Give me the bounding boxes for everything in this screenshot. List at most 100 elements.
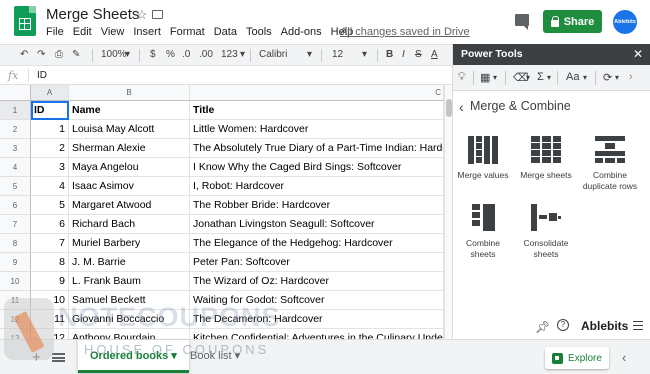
percent-button[interactable]: % [166,49,175,60]
menu-format[interactable]: Format [170,26,205,38]
currency-button[interactable]: $ [150,49,156,60]
document-title[interactable]: Merge Sheets [46,6,139,23]
menu-insert[interactable]: Insert [133,26,161,38]
undo-icon[interactable]: ↶ [20,49,28,60]
cell-title[interactable]: I, Robot: Hardcover [190,177,444,196]
tab-book-list[interactable]: Book list ▾ [178,340,252,373]
cell-title[interactable]: Waiting for Godot: Softcover [190,291,444,310]
combine-duplicate-rows-tool[interactable]: Combine duplicate rows [577,136,643,192]
cell-name[interactable]: Anthony Bourdain [69,329,190,339]
row-number[interactable]: 11 [0,291,31,310]
combine-sheets-tool[interactable]: Combine sheets [450,204,516,260]
cell-title[interactable]: Peter Pan: Softcover [190,253,444,272]
merge-values-tool[interactable]: Merge values [450,136,516,181]
table-icon[interactable]: ▦ [480,71,490,84]
cell-title[interactable]: The Decameron: Hardcover [190,310,444,329]
cell-id[interactable]: 11 [31,310,69,329]
row-number[interactable]: 4 [0,158,31,177]
menu-view[interactable]: View [101,26,125,38]
row-number[interactable]: 5 [0,177,31,196]
select-all-corner[interactable] [0,85,31,101]
cell-name[interactable]: J. M. Barrie [69,253,190,272]
menu-tools[interactable]: Tools [246,26,272,38]
sheets-logo-icon[interactable] [14,6,36,36]
cell-name[interactable]: Muriel Barbery [69,234,190,253]
add-sheet-icon[interactable]: + [32,349,41,366]
cell-id[interactable]: 12 [31,329,69,339]
cell-id[interactable]: 9 [31,272,69,291]
column-header-c[interactable]: C [190,85,444,101]
account-avatar[interactable]: Ablebits [613,10,637,34]
cell-id[interactable]: 10 [31,291,69,310]
cell-id[interactable]: 5 [31,196,69,215]
close-icon[interactable]: ✕ [633,44,643,65]
cell-name[interactable]: Maya Angelou [69,158,190,177]
star-icon[interactable]: ☆ [136,7,148,23]
cell-name[interactable]: Sherman Alexie [69,139,190,158]
pin-icon[interactable]: 📌︎ [535,320,550,334]
cell-id[interactable]: 4 [31,177,69,196]
bold-button[interactable]: B [386,49,393,60]
row-number[interactable]: 8 [0,234,31,253]
cell-title[interactable]: The Elegance of the Hedgehog: Hardcover [190,234,444,253]
cell-id[interactable]: ID [31,101,69,120]
comment-icon[interactable] [515,14,529,30]
explore-button[interactable]: Explore [545,347,609,369]
print-icon[interactable]: ⎙ [55,49,63,60]
save-status-link[interactable]: All changes saved in Drive [340,26,470,38]
row-number[interactable]: 7 [0,215,31,234]
cell-name[interactable]: L. Frank Baum [69,272,190,291]
cell-title[interactable]: The Robber Bride: Hardcover [190,196,444,215]
text-color-button[interactable]: A [431,49,438,60]
row-number[interactable]: 1 [0,101,31,120]
cell-id[interactable]: 2 [31,139,69,158]
row-number[interactable]: 2 [0,120,31,139]
menu-file[interactable]: File [46,26,64,38]
strikethrough-button[interactable]: S [415,49,422,60]
lightbulb-icon[interactable]: 💡︎ [458,71,466,84]
back-arrow-icon[interactable]: ‹ [459,99,464,115]
menu-edit[interactable]: Edit [73,26,92,38]
row-number[interactable]: 9 [0,253,31,272]
share-button[interactable]: Share [543,10,602,33]
all-sheets-icon[interactable] [52,353,65,362]
row-number[interactable]: 10 [0,272,31,291]
ablebits-logo[interactable]: Ablebits [581,319,628,333]
row-number[interactable]: 3 [0,139,31,158]
merge-sheets-tool[interactable]: Merge sheets [513,129,579,181]
column-header-a[interactable]: A [31,85,69,101]
cell-id[interactable]: 3 [31,158,69,177]
cell-title[interactable]: The Wizard of Oz: Hardcover [190,272,444,291]
cell-title[interactable]: Little Women: Hardcover [190,120,444,139]
cell-title[interactable]: Title [190,101,444,120]
cell-name[interactable]: Louisa May Alcott [69,120,190,139]
zoom-select[interactable]: 100% [101,49,127,60]
text-case-icon[interactable]: Aa [566,71,579,83]
redo-icon[interactable]: ↷ [37,49,45,60]
tab-ordered-books[interactable]: Ordered books ▾ [78,340,189,373]
sum-icon[interactable]: Σ [537,71,544,83]
cell-name[interactable]: Margaret Atwood [69,196,190,215]
cell-name[interactable]: Name [69,101,190,120]
menu-data[interactable]: Data [214,26,237,38]
cell-title[interactable]: Kitchen Confidential: Adventures in the … [190,329,444,339]
cell-id[interactable]: 7 [31,234,69,253]
cell-name[interactable]: Samuel Beckett [69,291,190,310]
menu-icon[interactable] [633,321,643,330]
decrease-decimal-button[interactable]: .0 [182,49,190,60]
column-header-b[interactable]: B [69,85,190,101]
cell-id[interactable]: 1 [31,120,69,139]
row-number[interactable]: 12 [0,310,31,329]
folder-icon[interactable] [152,10,163,19]
row-number[interactable]: 6 [0,196,31,215]
cell-title[interactable]: Jonathan Livingston Seagull: Softcover [190,215,444,234]
increase-decimal-button[interactable]: .00 [199,49,213,60]
font-select[interactable]: Calibri [259,49,287,60]
cell-id[interactable]: 8 [31,253,69,272]
cell-title[interactable]: I Know Why the Caged Bird Sings: Softcov… [190,158,444,177]
font-size-select[interactable]: 12 [332,49,343,60]
cell-name[interactable]: Giovanni Boccaccio [69,310,190,329]
cell-name[interactable]: Richard Bach [69,215,190,234]
italic-button[interactable]: I [402,49,405,60]
convert-icon[interactable]: ⟳ [603,71,612,84]
